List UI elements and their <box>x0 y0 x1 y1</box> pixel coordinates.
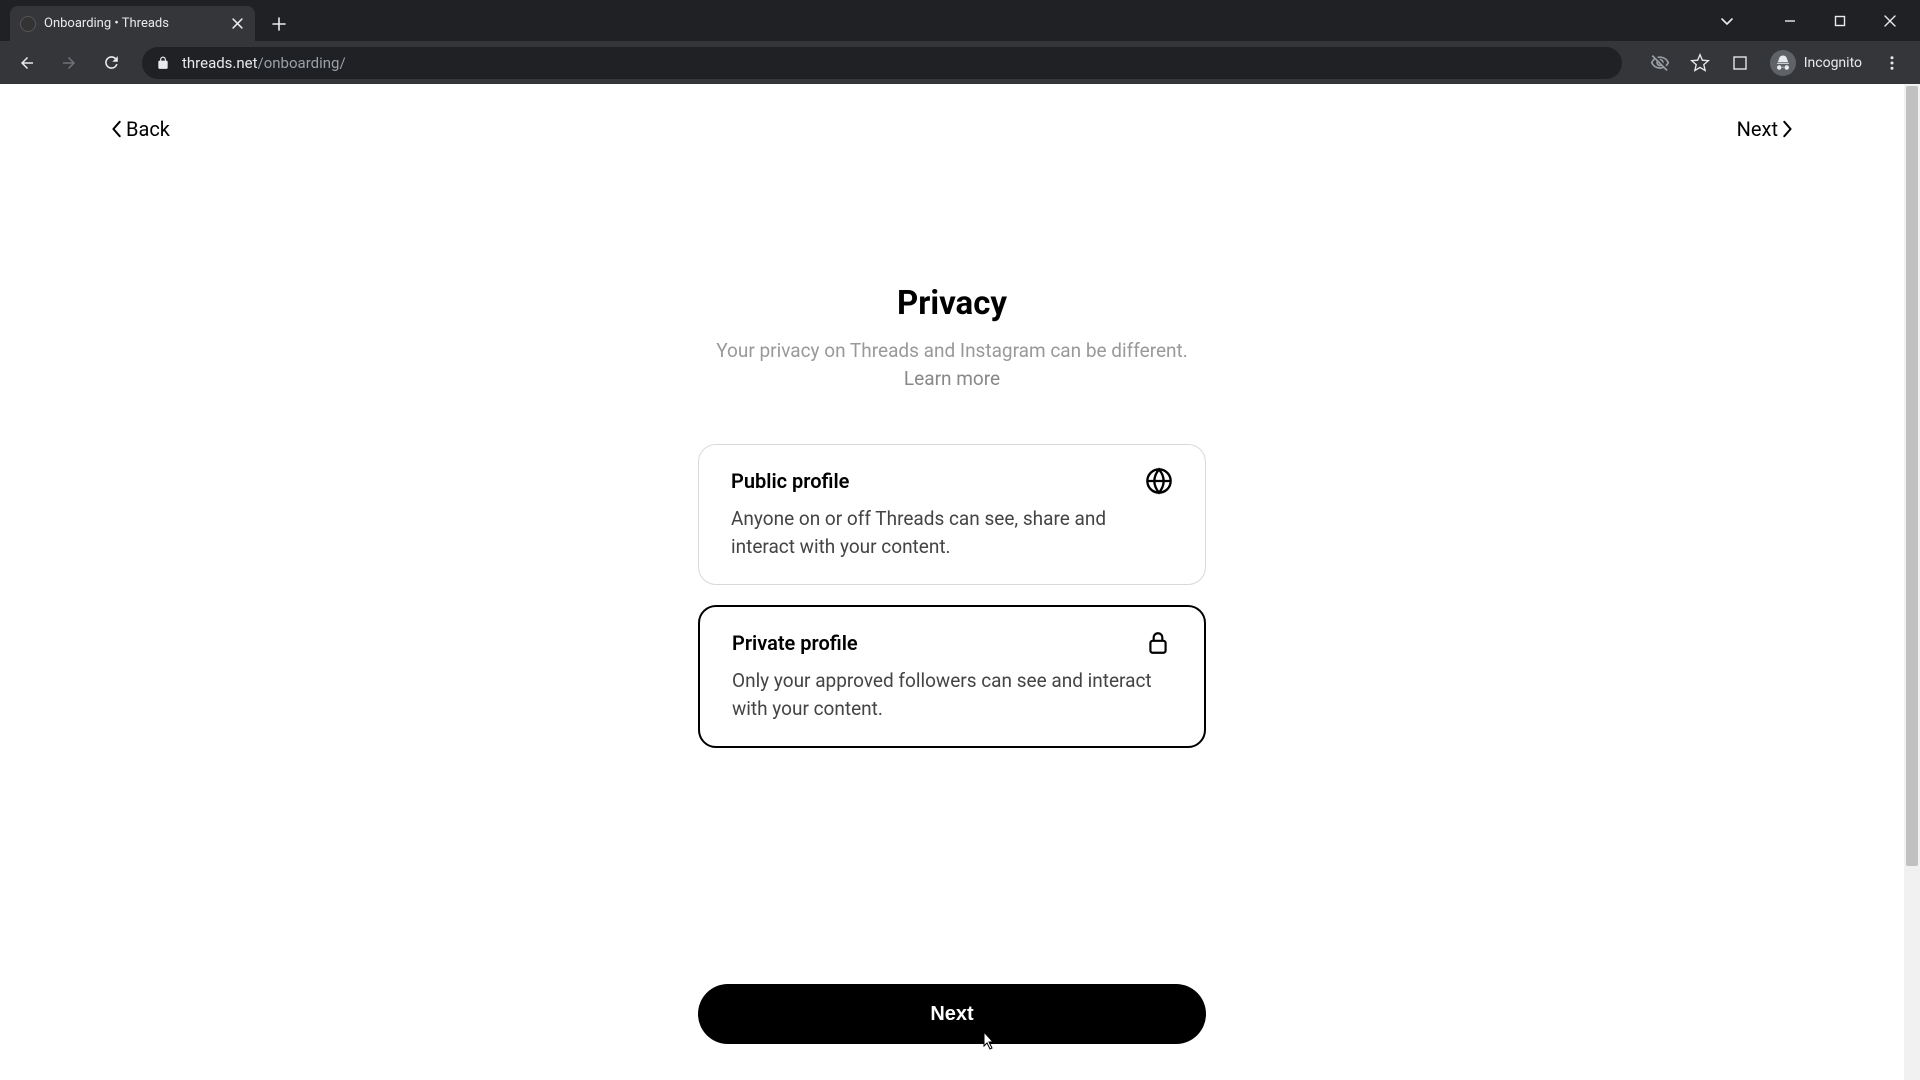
option-desc: Only your approved followers can see and… <box>732 667 1172 722</box>
page-title: Privacy <box>897 284 1007 323</box>
page-body: Back Next Privacy Your privacy on Thread… <box>0 84 1920 1080</box>
learn-more-link[interactable]: Learn more <box>716 365 1188 393</box>
incognito-icon <box>1770 50 1796 76</box>
option-public-profile[interactable]: Public profile Anyone on or off Threads … <box>698 444 1206 585</box>
option-title: Private profile <box>732 631 858 655</box>
option-private-profile[interactable]: Private profile Only your approved follo… <box>698 605 1206 748</box>
url-text: threads.net/onboarding/ <box>182 54 346 72</box>
tab-title: Onboarding • Threads <box>44 16 229 31</box>
close-window-icon[interactable] <box>1868 5 1912 37</box>
extensions-icon[interactable] <box>1722 45 1758 81</box>
next-link[interactable]: Next <box>1737 117 1794 141</box>
incognito-label: Incognito <box>1804 55 1862 71</box>
close-tab-icon[interactable] <box>229 16 245 32</box>
tab-search-icon[interactable] <box>1712 6 1742 36</box>
tab-favicon <box>20 16 36 32</box>
bookmark-star-icon[interactable] <box>1682 45 1718 81</box>
tracking-off-icon[interactable] <box>1642 45 1678 81</box>
window-controls <box>1712 1 1920 41</box>
scrollbar-thumb[interactable] <box>1906 86 1918 866</box>
maximize-window-icon[interactable] <box>1818 5 1862 37</box>
address-bar[interactable]: threads.net/onboarding/ <box>142 47 1622 79</box>
next-button[interactable]: Next <box>698 984 1206 1044</box>
chevron-left-icon <box>110 120 124 138</box>
minimize-window-icon[interactable] <box>1768 5 1812 37</box>
subtitle-text: Your privacy on Threads and Instagram ca… <box>716 339 1188 362</box>
option-title: Public profile <box>731 469 849 493</box>
incognito-profile-chip[interactable]: Incognito <box>1762 46 1870 80</box>
next-label: Next <box>1737 117 1778 141</box>
reload-browser-icon[interactable] <box>94 46 128 80</box>
forward-browser-icon <box>52 46 86 80</box>
browser-toolbar: threads.net/onboarding/ Incognito <box>0 41 1920 84</box>
back-browser-icon[interactable] <box>10 46 44 80</box>
page-subtitle: Your privacy on Threads and Instagram ca… <box>716 337 1188 392</box>
scrollbar[interactable] <box>1904 84 1920 1080</box>
onboarding-content: Privacy Your privacy on Threads and Inst… <box>0 284 1904 768</box>
lock-icon <box>156 56 170 70</box>
globe-icon <box>1145 467 1173 495</box>
browser-tab[interactable]: Onboarding • Threads <box>10 6 255 41</box>
new-tab-button[interactable] <box>265 10 293 38</box>
back-label: Back <box>126 117 170 141</box>
option-desc: Anyone on or off Threads can see, share … <box>731 505 1173 560</box>
browser-menu-icon[interactable] <box>1874 45 1910 81</box>
onboarding-topnav: Back Next <box>0 84 1904 174</box>
browser-tab-strip: Onboarding • Threads <box>0 0 1920 41</box>
chevron-right-icon <box>1780 120 1794 138</box>
lock-icon <box>1144 629 1172 657</box>
back-link[interactable]: Back <box>110 117 170 141</box>
